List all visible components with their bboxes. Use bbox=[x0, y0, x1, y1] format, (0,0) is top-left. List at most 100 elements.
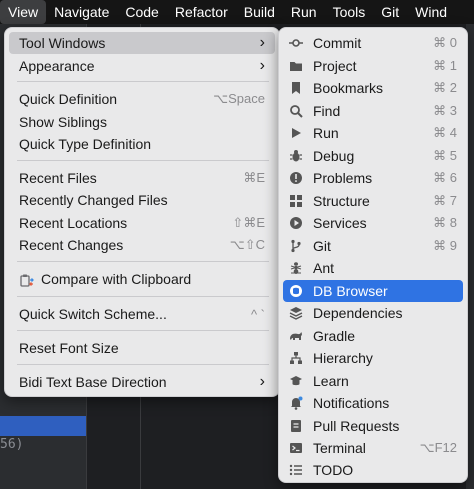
menu-item-compare-with-clipboard[interactable]: Compare with Clipboard bbox=[9, 269, 275, 291]
tool-window-learn[interactable]: Learn bbox=[283, 370, 463, 392]
menu-run[interactable]: Run bbox=[283, 0, 325, 24]
tool-window-project[interactable]: Project ⌘ 1 bbox=[283, 55, 463, 77]
tool-window-shortcut: ⌘ 3 bbox=[433, 103, 457, 118]
tool-window-notifications[interactable]: Notifications bbox=[283, 392, 463, 414]
menu-item-shortcut: ⌘E bbox=[243, 170, 265, 185]
tool-window-shortcut: ⌘ 0 bbox=[433, 35, 457, 50]
bell-icon bbox=[289, 396, 303, 410]
menu-item-label: Compare with Clipboard bbox=[41, 271, 192, 288]
todo-icon bbox=[289, 463, 303, 477]
panel-text: 56) bbox=[0, 437, 24, 452]
menu-item-bidi-text-base-direction[interactable]: Bidi Text Base Direction › bbox=[9, 371, 275, 393]
menu-item-label: Recent Files bbox=[19, 170, 97, 186]
tool-window-ant[interactable]: Ant bbox=[283, 257, 463, 279]
chevron-right-icon: › bbox=[259, 373, 265, 390]
tool-window-label: Notifications bbox=[313, 395, 390, 411]
tool-window-label: Project bbox=[313, 58, 357, 74]
menu-item-label: Quick Definition bbox=[19, 91, 118, 107]
db-browser-icon bbox=[289, 284, 303, 298]
tool-window-shortcut: ⌘ 5 bbox=[433, 148, 457, 163]
structure-icon bbox=[289, 194, 303, 208]
menu-separator bbox=[17, 364, 269, 365]
tool-window-structure[interactable]: Structure ⌘ 7 bbox=[283, 190, 463, 212]
tool-window-hierarchy[interactable]: Hierarchy bbox=[283, 347, 463, 369]
menu-view[interactable]: View bbox=[0, 0, 47, 24]
tool-window-label: Structure bbox=[313, 193, 370, 209]
menu-git[interactable]: Git bbox=[373, 0, 407, 24]
menu-item-shortcut: ⌥Space bbox=[213, 91, 265, 106]
menu-item-label: Tool Windows bbox=[19, 35, 106, 51]
tool-window-label: Ant bbox=[313, 260, 335, 276]
menu-item-label: Recent Locations bbox=[19, 215, 128, 231]
tool-window-label: Bookmarks bbox=[313, 80, 384, 96]
menu-build[interactable]: Build bbox=[236, 0, 283, 24]
tool-window-problems[interactable]: Problems ⌘ 6 bbox=[283, 167, 463, 189]
tool-window-shortcut: ⌘ 8 bbox=[433, 215, 457, 230]
hierarchy-icon bbox=[289, 351, 303, 365]
ant-icon bbox=[289, 261, 303, 275]
tool-window-run[interactable]: Run ⌘ 4 bbox=[283, 122, 463, 144]
tool-window-debug[interactable]: Debug ⌘ 5 bbox=[283, 145, 463, 167]
tool-window-services[interactable]: Services ⌘ 8 bbox=[283, 212, 463, 234]
menu-item-recent-changes[interactable]: Recent Changes ⌥⇧C bbox=[9, 234, 275, 256]
search-icon bbox=[289, 104, 303, 118]
tool-window-label: Learn bbox=[313, 373, 349, 389]
dependencies-icon bbox=[289, 306, 303, 320]
menu-navigate[interactable]: Navigate bbox=[46, 0, 117, 24]
tool-window-bookmarks[interactable]: Bookmarks ⌘ 2 bbox=[283, 77, 463, 99]
menu-item-tool-windows[interactable]: Tool Windows › bbox=[9, 32, 275, 54]
chevron-right-icon: › bbox=[259, 34, 265, 51]
tool-window-label: Problems bbox=[313, 170, 373, 186]
compare-clipboard-icon bbox=[19, 273, 35, 289]
menu-item-quick-switch-scheme[interactable]: Quick Switch Scheme... ^ ` bbox=[9, 303, 275, 325]
menu-item-show-siblings[interactable]: Show Siblings bbox=[9, 111, 275, 133]
folder-icon bbox=[289, 59, 303, 73]
menu-code[interactable]: Code bbox=[117, 0, 166, 24]
tool-window-label: DB Browser bbox=[313, 283, 388, 299]
problems-icon bbox=[289, 171, 303, 185]
menu-item-label: Recently Changed Files bbox=[19, 192, 168, 208]
tool-window-shortcut: ⌥F12 bbox=[419, 440, 457, 455]
menu-item-recent-files[interactable]: Recent Files ⌘E bbox=[9, 167, 275, 189]
tool-window-terminal[interactable]: Terminal ⌥F12 bbox=[283, 437, 463, 459]
tool-window-gradle[interactable]: Gradle bbox=[283, 325, 463, 347]
tool-window-commit[interactable]: Commit ⌘ 0 bbox=[283, 32, 463, 54]
menu-tools[interactable]: Tools bbox=[325, 0, 374, 24]
selected-tree-row[interactable] bbox=[0, 416, 86, 436]
menu-item-quick-type-definition[interactable]: Quick Type Definition bbox=[9, 133, 275, 155]
menu-item-label: Reset Font Size bbox=[19, 340, 119, 356]
tool-window-find[interactable]: Find ⌘ 3 bbox=[283, 100, 463, 122]
commit-icon bbox=[289, 36, 303, 50]
menu-refactor[interactable]: Refactor bbox=[167, 0, 236, 24]
tool-windows-submenu: Commit ⌘ 0 Project ⌘ 1 Bookmarks ⌘ 2 Fin… bbox=[278, 27, 468, 483]
tool-window-label: Services bbox=[313, 215, 367, 231]
menu-item-recent-locations[interactable]: Recent Locations ⇧⌘E bbox=[9, 212, 275, 234]
tool-window-label: Run bbox=[313, 125, 339, 141]
tool-window-shortcut: ⌘ 6 bbox=[433, 170, 457, 185]
tool-window-todo[interactable]: TODO bbox=[283, 459, 463, 481]
menu-item-appearance[interactable]: Appearance › bbox=[9, 55, 275, 77]
tool-window-label: Pull Requests bbox=[313, 418, 400, 434]
tool-window-shortcut: ⌘ 4 bbox=[433, 125, 457, 140]
tool-window-label: Gradle bbox=[313, 328, 356, 344]
menu-item-shortcut: ⌥⇧C bbox=[229, 237, 265, 252]
menu-separator bbox=[17, 330, 269, 331]
menu-separator bbox=[17, 81, 269, 82]
menu-item-label: Recent Changes bbox=[19, 237, 124, 253]
tool-window-git[interactable]: Git ⌘ 9 bbox=[283, 235, 463, 257]
git-branch-icon bbox=[289, 239, 303, 253]
menu-item-shortcut: ⇧⌘E bbox=[232, 215, 265, 230]
tool-window-db-browser[interactable]: DB Browser bbox=[283, 280, 463, 302]
bookmark-icon bbox=[289, 81, 303, 95]
tool-window-shortcut: ⌘ 7 bbox=[433, 193, 457, 208]
view-menu: Tool Windows › Appearance › Quick Defini… bbox=[4, 27, 280, 397]
tool-window-pull-requests[interactable]: Pull Requests bbox=[283, 415, 463, 437]
tool-window-dependencies[interactable]: Dependencies bbox=[283, 302, 463, 324]
menu-window[interactable]: Wind bbox=[407, 0, 455, 24]
terminal-icon bbox=[289, 441, 303, 455]
menu-item-reset-font-size[interactable]: Reset Font Size bbox=[9, 337, 275, 359]
menu-item-quick-definition[interactable]: Quick Definition ⌥Space bbox=[9, 88, 275, 110]
menu-item-recently-changed-files[interactable]: Recently Changed Files bbox=[9, 189, 275, 211]
play-icon bbox=[289, 126, 303, 140]
menu-item-label: Bidi Text Base Direction bbox=[19, 374, 167, 390]
